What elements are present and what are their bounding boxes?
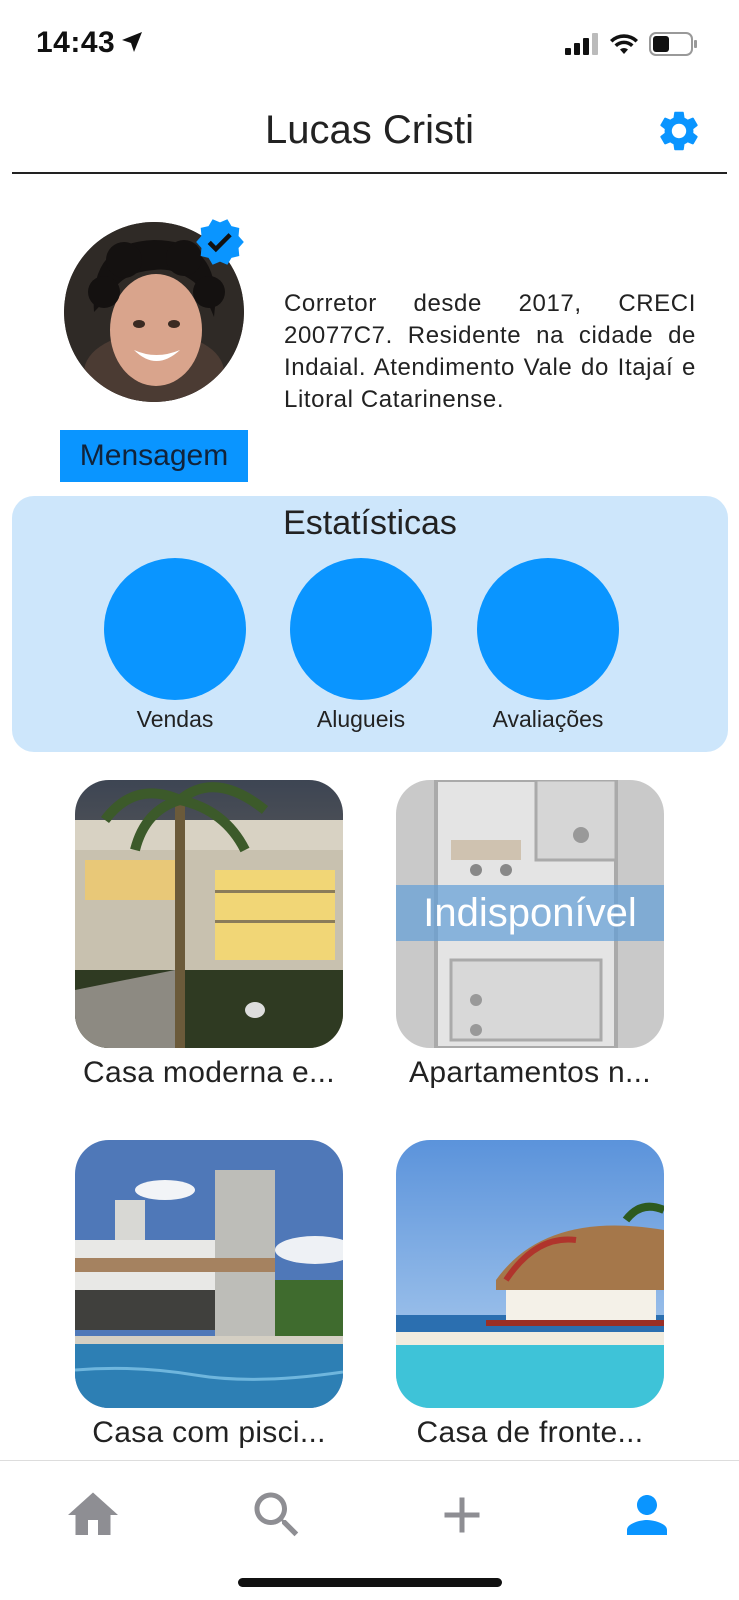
stat-alugueis-label: Alugueis xyxy=(316,706,406,732)
plus-icon[interactable] xyxy=(432,1485,492,1545)
unavailable-badge: Indisponível xyxy=(396,885,664,941)
stat-avaliacoes-label: Avaliações xyxy=(492,706,604,732)
profile-bio: Corretor desde 2017, CRECI 20077C7. Resi… xyxy=(284,290,696,413)
status-bar: 14:43 xyxy=(0,0,739,88)
listing-title: Casa com pisci... xyxy=(92,1416,326,1449)
stat-vendas-label: Vendas xyxy=(136,706,214,732)
stat-avaliacoes-circle[interactable] xyxy=(477,558,619,700)
listing-card[interactable]: Casa moderna e... xyxy=(75,780,343,1090)
status-time: 14:43 xyxy=(36,26,116,59)
search-icon[interactable] xyxy=(247,1485,307,1545)
home-indicator xyxy=(238,1578,502,1587)
status-indicators xyxy=(565,32,699,56)
stat-alugueis: Alugueis xyxy=(271,558,451,733)
header: Lucas Cristi xyxy=(0,88,739,174)
wifi-icon xyxy=(610,34,638,54)
stat-vendas-circle[interactable] xyxy=(104,558,246,700)
listing-image[interactable] xyxy=(75,780,343,1048)
stat-alugueis-circle[interactable] xyxy=(290,558,432,700)
home-icon[interactable] xyxy=(63,1485,123,1545)
person-icon[interactable] xyxy=(617,1485,677,1545)
signal-icon xyxy=(565,33,598,55)
stats-title: Estatísticas xyxy=(283,504,457,542)
gear-icon[interactable] xyxy=(655,107,703,155)
avatar-container xyxy=(64,219,244,402)
message-button[interactable]: Mensagem xyxy=(60,430,248,482)
listing-image[interactable]: Indisponível xyxy=(396,780,664,1048)
stats-panel: Estatísticas Vendas Alugueis Avaliações xyxy=(12,496,728,752)
listing-image[interactable] xyxy=(396,1140,664,1408)
listing-title: Casa moderna e... xyxy=(83,1056,335,1089)
verified-badge-icon xyxy=(196,219,244,265)
listing-title: Apartamentos n... xyxy=(409,1056,651,1089)
listing-title: Casa de fronte... xyxy=(416,1416,644,1449)
listing-card[interactable]: Indisponível Apartamentos n... xyxy=(396,780,664,1090)
page-title: Lucas Cristi xyxy=(265,108,474,152)
listing-image[interactable] xyxy=(75,1140,343,1408)
location-arrow-icon xyxy=(122,32,142,52)
stat-avaliacoes: Avaliações xyxy=(458,558,638,733)
stat-vendas: Vendas xyxy=(85,558,265,733)
listing-card[interactable]: Casa de fronte... xyxy=(396,1140,664,1450)
header-divider xyxy=(12,172,727,174)
listing-card[interactable]: Casa com pisci... xyxy=(75,1140,343,1450)
battery-icon xyxy=(649,32,697,56)
